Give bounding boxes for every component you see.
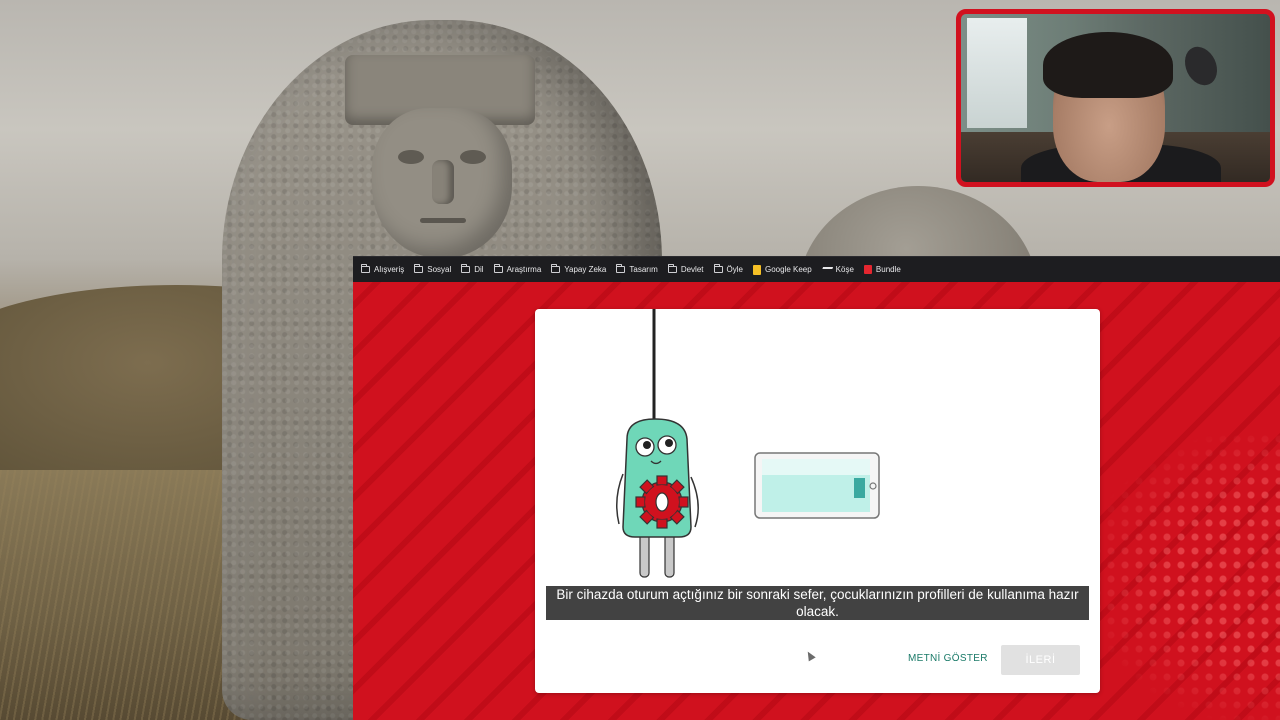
bookmarks-bar: Alışveriş Sosyal Dil Araştırma Yapay Zek… [353, 256, 1280, 282]
stele-right-eye [460, 150, 486, 164]
bookmark-label: Dil [474, 265, 484, 274]
mascot-left-pupil [643, 441, 651, 449]
bookmark-label: Google Keep [764, 265, 812, 274]
folder-icon [493, 264, 503, 273]
folder-icon [616, 264, 626, 273]
tablet-screen-widget [854, 478, 865, 498]
bookmark-label: Sosyal [427, 265, 452, 274]
bookmark-kose[interactable]: Köşe [820, 265, 854, 274]
bookmark-label: Devlet [680, 265, 704, 274]
bookmark-yapay-zeka[interactable]: Yapay Zeka [551, 264, 607, 274]
stele-left-eye [398, 150, 424, 164]
bookmark-bundle[interactable]: Bundle [863, 265, 901, 274]
tablet-screen-glare [762, 459, 870, 475]
mascot-right-pupil [665, 439, 673, 447]
bookmark-label: Alışveriş [374, 265, 405, 274]
show-text-button[interactable]: METNİ GÖSTER [908, 653, 988, 664]
mascot-left-leg [639, 530, 650, 578]
bookmark-arastirma[interactable]: Araştırma [493, 264, 542, 274]
setup-dialog: Bir cihazda oturum açtığınız bir sonraki… [535, 309, 1100, 693]
folder-icon [414, 264, 424, 273]
bookmark-label: Köşe [835, 265, 854, 274]
bookmark-label: Öyle [726, 265, 743, 274]
webcam-overlay [956, 9, 1275, 187]
bookmark-label: Tasarım [629, 265, 658, 274]
folder-icon [667, 264, 677, 273]
browser-window: Alışveriş Sosyal Dil Araştırma Yapay Zek… [353, 256, 1280, 720]
bookmark-tasarim[interactable]: Tasarım [616, 264, 658, 274]
stele-mouth [420, 218, 466, 223]
webcam-person-hair [1043, 32, 1173, 98]
google-keep-icon [752, 264, 761, 275]
page-content: Bir cihazda oturum açtığınız bir sonraki… [353, 282, 1280, 720]
dialog-actions: METNİ GÖSTER İLERİ [535, 645, 1100, 675]
next-button[interactable]: İLERİ [1001, 645, 1080, 675]
bookmark-sosyal[interactable]: Sosyal [414, 264, 452, 274]
folder-icon [461, 264, 471, 273]
webcam-room-window [967, 18, 1027, 128]
kose-icon [820, 266, 833, 273]
bookmark-alisveris[interactable]: Alışveriş [361, 264, 405, 274]
stele-nose [432, 160, 454, 204]
bookmark-label: Bundle [875, 265, 901, 274]
folder-icon [361, 264, 370, 273]
folder-icon [551, 264, 561, 273]
dot-pattern [1090, 432, 1280, 720]
folder-icon [713, 264, 723, 273]
setup-illustration [616, 309, 880, 578]
bookmark-label: Araştırma [506, 265, 542, 274]
bookmark-google-keep[interactable]: Google Keep [752, 264, 812, 275]
mascot-right-arm [690, 476, 699, 528]
subtitle-caption: Bir cihazda oturum açtığınız bir sonraki… [546, 586, 1089, 620]
mascot-left-arm [616, 473, 624, 525]
bookmark-dil[interactable]: Dil [461, 264, 484, 274]
bookmark-devlet[interactable]: Devlet [667, 264, 704, 274]
mascot-right-leg [664, 530, 675, 578]
bundle-icon [863, 265, 872, 274]
webcam-guitar [1178, 41, 1224, 91]
bookmark-oyle[interactable]: Öyle [713, 264, 743, 274]
bookmark-label: Yapay Zeka [564, 265, 607, 274]
gear-icon [635, 475, 689, 529]
